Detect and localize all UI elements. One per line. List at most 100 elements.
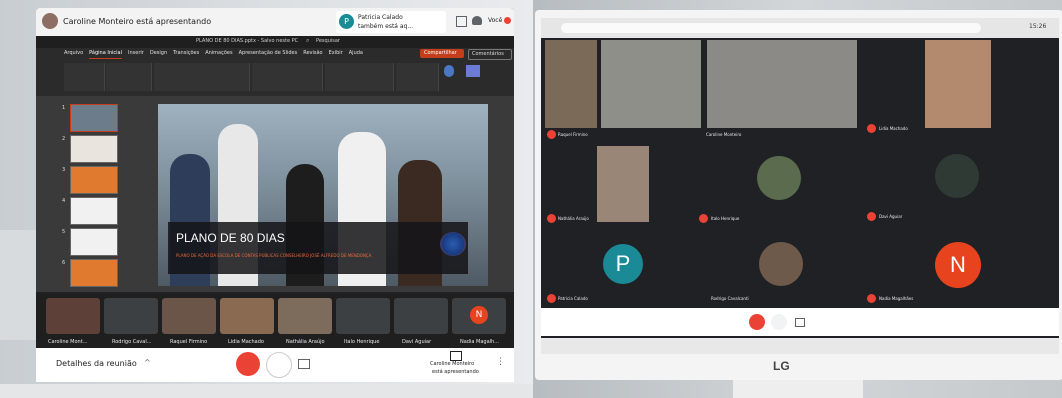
tile-name: Patricia Calado [558, 296, 588, 301]
ppt-designer-icon[interactable] [466, 65, 480, 77]
ppt-dictate-icon[interactable] [444, 65, 454, 77]
thumb-number: 6 [62, 260, 66, 266]
mic-off-button[interactable] [236, 352, 260, 376]
hangup-button[interactable] [266, 352, 292, 378]
participant-name: Caroline Mont... [48, 339, 88, 345]
mic-off-icon [867, 124, 876, 133]
toast-text: também está aq... [358, 23, 414, 30]
slide-thumb-1[interactable] [70, 104, 118, 132]
slide-title-banner: PLANO DE 80 DIAS PLANO DE AÇÃO DA ESCOLA… [168, 222, 468, 274]
camera-button[interactable] [795, 318, 805, 327]
ppt-search-icon[interactable]: ⌕ [306, 38, 309, 44]
ppt-tab-transicoes[interactable]: Transições [173, 50, 199, 59]
tile-name: Lidia Machado [879, 126, 908, 131]
ppt-ribbon: PLANO DE 80 DIAS.pptx - Salvo neste PC ⌕… [36, 36, 514, 96]
mic-off-icon [547, 294, 556, 303]
ppt-tab-design[interactable]: Design [150, 50, 167, 59]
presenting-icon[interactable] [450, 351, 462, 361]
laptop-screen: Caroline Monteiro está apresentando P Pa… [36, 8, 514, 353]
hangup-button[interactable] [771, 314, 787, 330]
ppt-tab-inserir[interactable]: Inserir [128, 50, 144, 59]
avatar-p: P [603, 244, 643, 284]
ppt-share-button[interactable]: Compartilhar [420, 49, 464, 58]
mic-off-icon [867, 294, 876, 303]
ppt-tab-ajuda[interactable]: Ajuda [349, 50, 363, 59]
ppt-tab-arquivo[interactable]: Arquivo [64, 50, 83, 59]
slide-thumb-2[interactable] [70, 135, 118, 163]
participant-name: Raquel Firmino [170, 339, 208, 345]
slide-thumb-3[interactable] [70, 166, 118, 194]
monitor-photo: 15:26 Raquel Firmino Caroline Monteiro L… [533, 0, 1062, 398]
meet-participant-strip: N Caroline Mont... Rodrigo Caval... Raqu… [36, 294, 514, 353]
participant-video-bubble [935, 154, 979, 198]
slide-thumb-5[interactable] [70, 228, 118, 256]
browser-bar: 15:26 [541, 18, 1059, 38]
participant-name: Nathália Araújo [286, 339, 325, 345]
thumb-number: 4 [62, 198, 66, 204]
tile-name: Davi Aguiar [879, 214, 903, 219]
participant-tile[interactable] [104, 298, 158, 334]
ppt-tab-animacoes[interactable]: Animações [205, 50, 232, 59]
participant-tile[interactable] [162, 298, 216, 334]
participant-video-bubble [757, 156, 801, 200]
ppt-toolgroup-editing [396, 63, 439, 91]
ppt-tab-apresentacao[interactable]: Apresentação de Slides [239, 50, 298, 59]
participant-name: Davi Aguiar [402, 339, 432, 345]
meet-self-avatar [42, 13, 58, 29]
tile-name: Raquel Firmino [558, 132, 588, 137]
presenter-footer-line2: está apresentando [432, 369, 479, 375]
ppt-comments-button[interactable]: Comentários [468, 49, 512, 60]
participant-tile[interactable] [46, 298, 100, 334]
ppt-main-slide: PLANO DE 80 DIAS PLANO DE AÇÃO DA ESCOLA… [158, 104, 488, 286]
video-tile[interactable] [925, 40, 991, 128]
thumb-number: 2 [62, 136, 66, 142]
people-icon[interactable] [472, 16, 482, 25]
slide-thumb-4[interactable] [70, 197, 118, 225]
ppt-toolgroup-font [154, 63, 250, 91]
tile-name: Nathália Araújo [558, 216, 589, 221]
participant-name: Italo Henrique [344, 339, 380, 345]
ppt-tab-pagina-inicial[interactable]: Página Inicial [89, 50, 123, 59]
you-mic-off-icon [504, 17, 511, 24]
participant-tile[interactable] [336, 298, 390, 334]
ppt-tab-revisao[interactable]: Revisão [303, 50, 322, 59]
thumb-number: 5 [62, 229, 66, 235]
participant-tile[interactable] [220, 298, 274, 334]
participant-tile[interactable] [278, 298, 332, 334]
video-tile[interactable] [545, 40, 597, 128]
mic-off-button[interactable] [749, 314, 765, 330]
tile-name: Italo Henrique [711, 216, 740, 221]
layout-icon[interactable] [456, 16, 467, 27]
ppt-search-label[interactable]: Pesquisar [316, 39, 340, 44]
ppt-toolgroup-drawing [325, 63, 394, 91]
participant-tile[interactable] [394, 298, 448, 334]
laptop-taskbar [0, 384, 533, 398]
chevron-up-icon[interactable]: ^ [144, 359, 151, 367]
presenter-footer-line1: Caroline Monteiro [430, 361, 475, 367]
ppt-toolgroup-paragraph [252, 63, 323, 91]
mic-off-icon [867, 212, 876, 221]
laptop-edge-left [0, 230, 40, 340]
mic-off-icon [699, 214, 708, 223]
video-tile[interactable] [601, 40, 701, 128]
tile-name: Nadia Magalhães [879, 296, 914, 301]
browser-address-field[interactable] [561, 23, 981, 33]
more-options-icon[interactable]: ⋮ [496, 358, 505, 367]
thumb-number: 1 [62, 105, 66, 111]
slide-logo-icon [440, 232, 466, 256]
monitor-brand-logo: LG [773, 359, 790, 373]
participant-name: Lidia Machado [228, 339, 264, 345]
windows-taskbar [541, 338, 1059, 354]
laptop-photo: Caroline Monteiro está apresentando P Pa… [0, 0, 533, 398]
toast-avatar: P [339, 14, 354, 29]
camera-button[interactable] [298, 359, 310, 369]
slide-thumb-6[interactable] [70, 259, 118, 287]
meeting-details-link[interactable]: Detalhes da reunião [56, 360, 137, 368]
participant-video-bubble [759, 242, 803, 286]
video-tile[interactable] [707, 40, 857, 128]
slide-title: PLANO DE 80 DIAS [176, 231, 285, 245]
ppt-toolgroup-clipboard [64, 63, 105, 91]
participant-tile[interactable]: N [452, 298, 506, 334]
video-tile[interactable] [597, 146, 649, 222]
ppt-tab-exibir[interactable]: Exibir [329, 50, 343, 59]
